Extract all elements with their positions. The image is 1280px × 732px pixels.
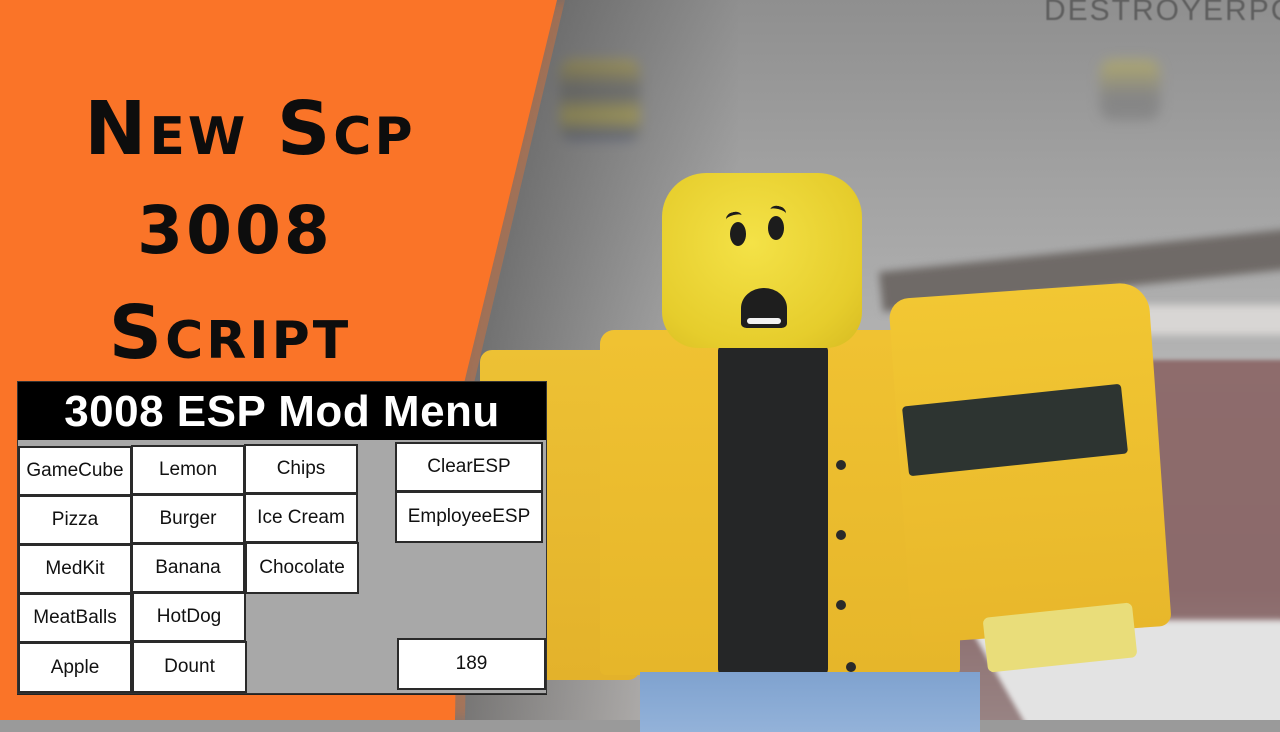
counter-display: 189 — [397, 638, 546, 690]
avatar-shirt — [718, 345, 828, 675]
menu-button-hotdog[interactable]: HotDog — [132, 592, 246, 642]
menu-button-clear-esp[interactable]: ClearESP — [395, 442, 543, 492]
menu-button-dount[interactable]: Dount — [132, 641, 247, 693]
headline-line-1: New Scp — [84, 86, 416, 172]
menu-button-chips[interactable]: Chips — [244, 444, 358, 494]
menu-button-meatballs[interactable]: MeatBalls — [18, 593, 132, 643]
jacket-button-icon — [836, 600, 846, 610]
menu-button-lemon[interactable]: Lemon — [131, 445, 245, 495]
thumbnail-headline: New Scp 3008 Script — [0, 78, 470, 384]
jacket-button-icon — [836, 460, 846, 470]
right-eye — [768, 216, 784, 240]
mod-menu-title: 3008 ESP Mod Menu — [18, 382, 546, 440]
jacket-button-icon — [836, 530, 846, 540]
open-mouth — [741, 288, 787, 328]
left-eye — [730, 222, 746, 246]
menu-button-medkit[interactable]: MedKit — [18, 544, 132, 594]
menu-button-apple[interactable]: Apple — [18, 642, 132, 693]
menu-button-gamecube[interactable]: GameCube — [18, 446, 132, 496]
menu-button-banana[interactable]: Banana — [131, 543, 245, 593]
menu-button-employee-esp[interactable]: EmployeeESP — [395, 491, 543, 543]
menu-button-pizza[interactable]: Pizza — [18, 495, 132, 545]
headline-line-2: 3008 — [137, 192, 333, 269]
headline-line-3: Script — [108, 290, 352, 376]
menu-button-ice-cream[interactable]: Ice Cream — [244, 493, 358, 543]
menu-button-chocolate[interactable]: Chocolate — [245, 542, 359, 594]
jacket-button-icon — [846, 662, 856, 672]
avatar-pants — [640, 672, 980, 732]
mod-menu-window: 3008 ESP Mod Menu GameCube Pizza MedKit … — [17, 381, 547, 694]
menu-button-burger[interactable]: Burger — [131, 494, 245, 544]
